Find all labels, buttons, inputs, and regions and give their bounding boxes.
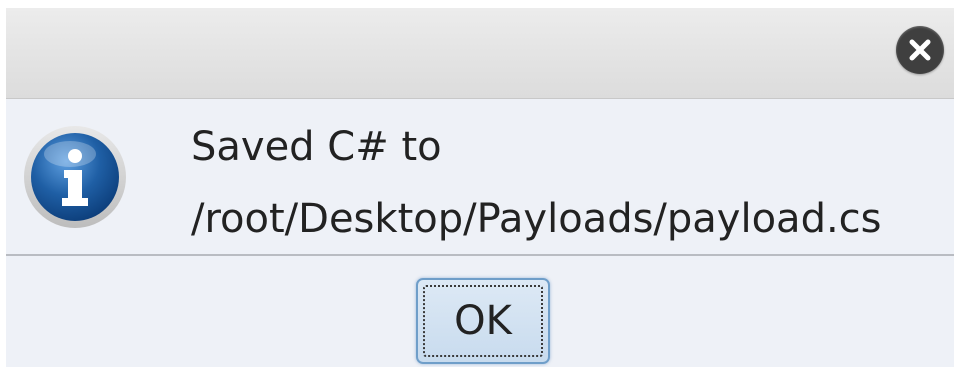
- close-button[interactable]: [896, 26, 944, 74]
- message-dialog: Saved C# to /root/Desktop/Payloads/paylo…: [6, 8, 954, 367]
- info-icon: [22, 124, 128, 230]
- ok-button-label: OK: [454, 298, 512, 344]
- dialog-message: Saved C# to /root/Desktop/Payloads/paylo…: [191, 111, 882, 255]
- separator: [6, 254, 954, 256]
- button-row: OK: [6, 258, 954, 367]
- ok-button[interactable]: OK: [416, 278, 550, 364]
- close-icon[interactable]: [896, 26, 944, 74]
- message-line-1: Saved C# to: [191, 124, 442, 170]
- message-line-2: /root/Desktop/Payloads/payload.cs: [191, 196, 882, 242]
- dialog-titlebar: [6, 8, 954, 99]
- dialog-content: Saved C# to /root/Desktop/Payloads/paylo…: [6, 99, 954, 254]
